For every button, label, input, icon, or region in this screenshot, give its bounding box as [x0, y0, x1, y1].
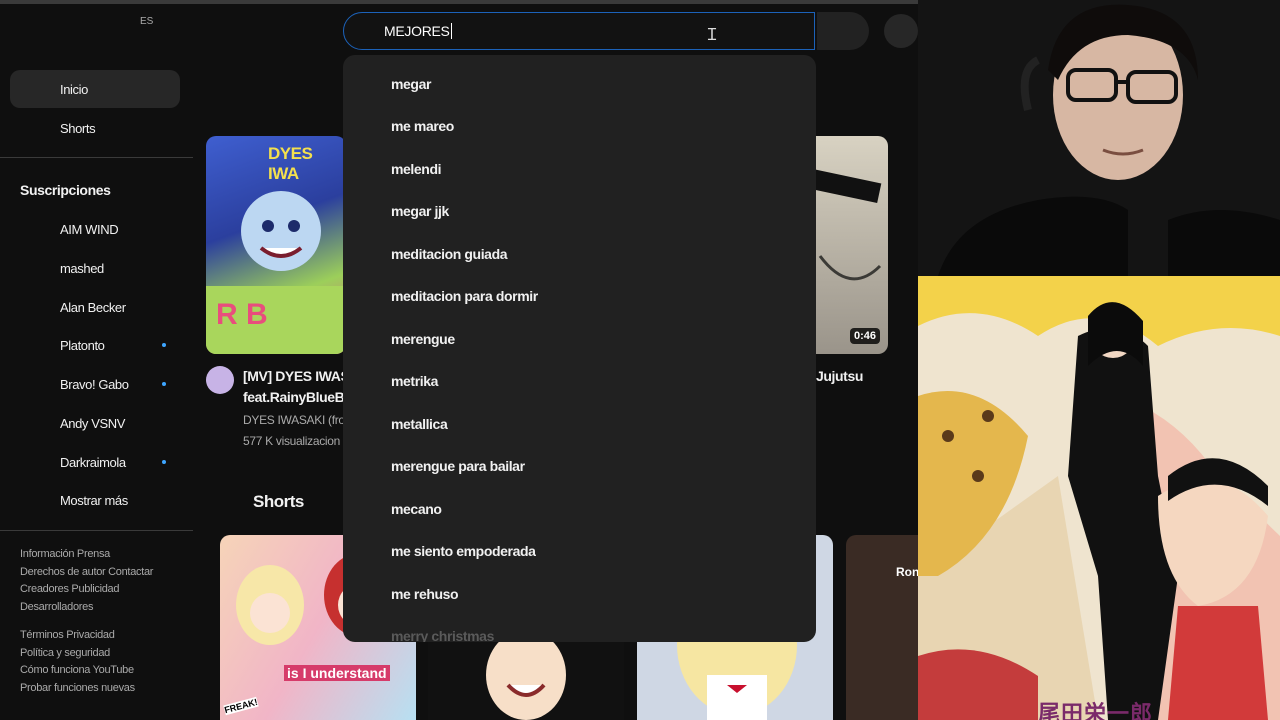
subscriptions-heading[interactable]: Suscripciones [20, 182, 111, 198]
sidebar-divider [0, 530, 193, 531]
suggestion-item[interactable]: merry christmas [391, 628, 494, 642]
video-thumbnail[interactable]: DYES IWA R B [206, 136, 346, 354]
suggestion-item[interactable]: me siento empoderada [391, 543, 536, 559]
sidebar-item-darkraimola[interactable]: Darkraimola [10, 443, 180, 481]
text-cursor-icon: Ｉ [704, 27, 721, 44]
channel-avatar[interactable] [206, 366, 234, 394]
suggestion-item[interactable]: megar jjk [391, 203, 449, 219]
video-views: 577 K visualizacion [243, 434, 341, 448]
video-duration: 0:46 [849, 328, 880, 344]
footer-links[interactable]: Información Prensa [20, 548, 110, 560]
sidebar-item-mashed[interactable]: mashed [10, 249, 180, 287]
webcam-overlay [918, 0, 1280, 276]
footer-links[interactable]: Derechos de autor Contactar [20, 566, 153, 578]
video-title-line2[interactable]: feat.RainyBlueBe [243, 389, 352, 405]
sidebar-item-label: Inicio [60, 82, 88, 97]
thumbnail-text: DYES IWA [268, 144, 313, 183]
youtube-window: ES Inicio Shorts Suscripciones AIM WIND … [0, 0, 918, 720]
sidebar-item-alan-becker[interactable]: Alan Becker [10, 288, 180, 326]
suggestion-item[interactable]: merengue para bailar [391, 458, 525, 474]
sidebar-item-label: Bravo! Gabo [60, 377, 129, 392]
manga-author-text: 尾田栄一郎 [1038, 701, 1154, 720]
suggestion-item[interactable]: meditacion guiada [391, 246, 508, 262]
manga-cover-image: 尾田栄一郎 [918, 276, 1280, 720]
suggestion-item[interactable]: me rehuso [391, 586, 459, 602]
suggestion-item[interactable]: metrika [391, 373, 438, 389]
suggestion-item[interactable]: melendi [391, 161, 442, 177]
suggestion-item[interactable]: me mareo [391, 118, 454, 134]
footer-links[interactable]: Términos Privacidad [20, 629, 115, 641]
new-content-dot [162, 343, 166, 347]
sidebar-show-more[interactable]: Mostrar más [10, 481, 180, 519]
sidebar-item-label: Platonto [60, 338, 105, 353]
sidebar-item-label: Andy VSNV [60, 416, 126, 431]
sidebar-item-platonto[interactable]: Platonto [10, 326, 180, 364]
suggestion-item[interactable]: merengue [391, 331, 455, 347]
sidebar-item-aim-wind[interactable]: AIM WIND [10, 210, 180, 248]
sidebar-item-label: Alan Becker [60, 300, 126, 315]
video-title[interactable]: Jujutsu [816, 368, 863, 384]
footer-links[interactable]: Cómo funciona YouTube [20, 664, 134, 676]
short-caption: Ron [896, 565, 918, 579]
new-content-dot [162, 460, 166, 464]
webcam-person-image [918, 0, 1280, 276]
voice-search-button[interactable] [884, 14, 918, 48]
sidebar-item-shorts[interactable]: Shorts [10, 109, 180, 147]
search-suggestions: megar me mareo melendi megar jjk meditac… [343, 55, 816, 642]
sidebar-item-label: Shorts [60, 121, 96, 136]
sidebar-divider [0, 157, 193, 158]
footer-links[interactable]: Probar funciones nuevas [20, 682, 135, 694]
sidebar-item-inicio[interactable]: Inicio [10, 70, 180, 108]
sidebar-item-bravo-gabo[interactable]: Bravo! Gabo [10, 365, 180, 403]
short-thumbnail[interactable]: Ron [846, 535, 918, 720]
suggestion-item[interactable]: meditacion para dormir [391, 288, 538, 304]
shorts-heading: Shorts [253, 492, 304, 511]
suggestion-item[interactable]: megar [391, 76, 431, 92]
sidebar-item-label: mashed [60, 261, 104, 276]
search-input[interactable]: MEJORES Ｉ [343, 12, 815, 50]
suggestion-item[interactable]: metallica [391, 416, 448, 432]
sidebar-item-label: Darkraimola [60, 455, 126, 470]
footer-links[interactable]: Desarrolladores [20, 601, 93, 613]
region-code: ES [140, 16, 154, 27]
new-content-dot [162, 382, 166, 386]
short-caption: is I understand [284, 665, 390, 681]
suggestion-item[interactable]: mecano [391, 501, 442, 517]
manga-artwork [918, 276, 1280, 720]
video-title[interactable]: [MV] DYES IWAS [243, 368, 350, 384]
sidebar-item-label: Mostrar más [60, 493, 128, 508]
thumbnail-text: R B [216, 298, 268, 331]
browser-top-bar [0, 0, 918, 4]
search-button[interactable] [817, 12, 869, 50]
search-query: MEJORES [384, 23, 452, 39]
footer-links[interactable]: Política y seguridad [20, 647, 110, 659]
sidebar-item-andy-vsnv[interactable]: Andy VSNV [10, 404, 180, 442]
sidebar-item-label: AIM WIND [60, 222, 119, 237]
video-channel-name[interactable]: DYES IWASAKI (fro [243, 413, 345, 427]
footer-links[interactable]: Creadores Publicidad [20, 583, 119, 595]
